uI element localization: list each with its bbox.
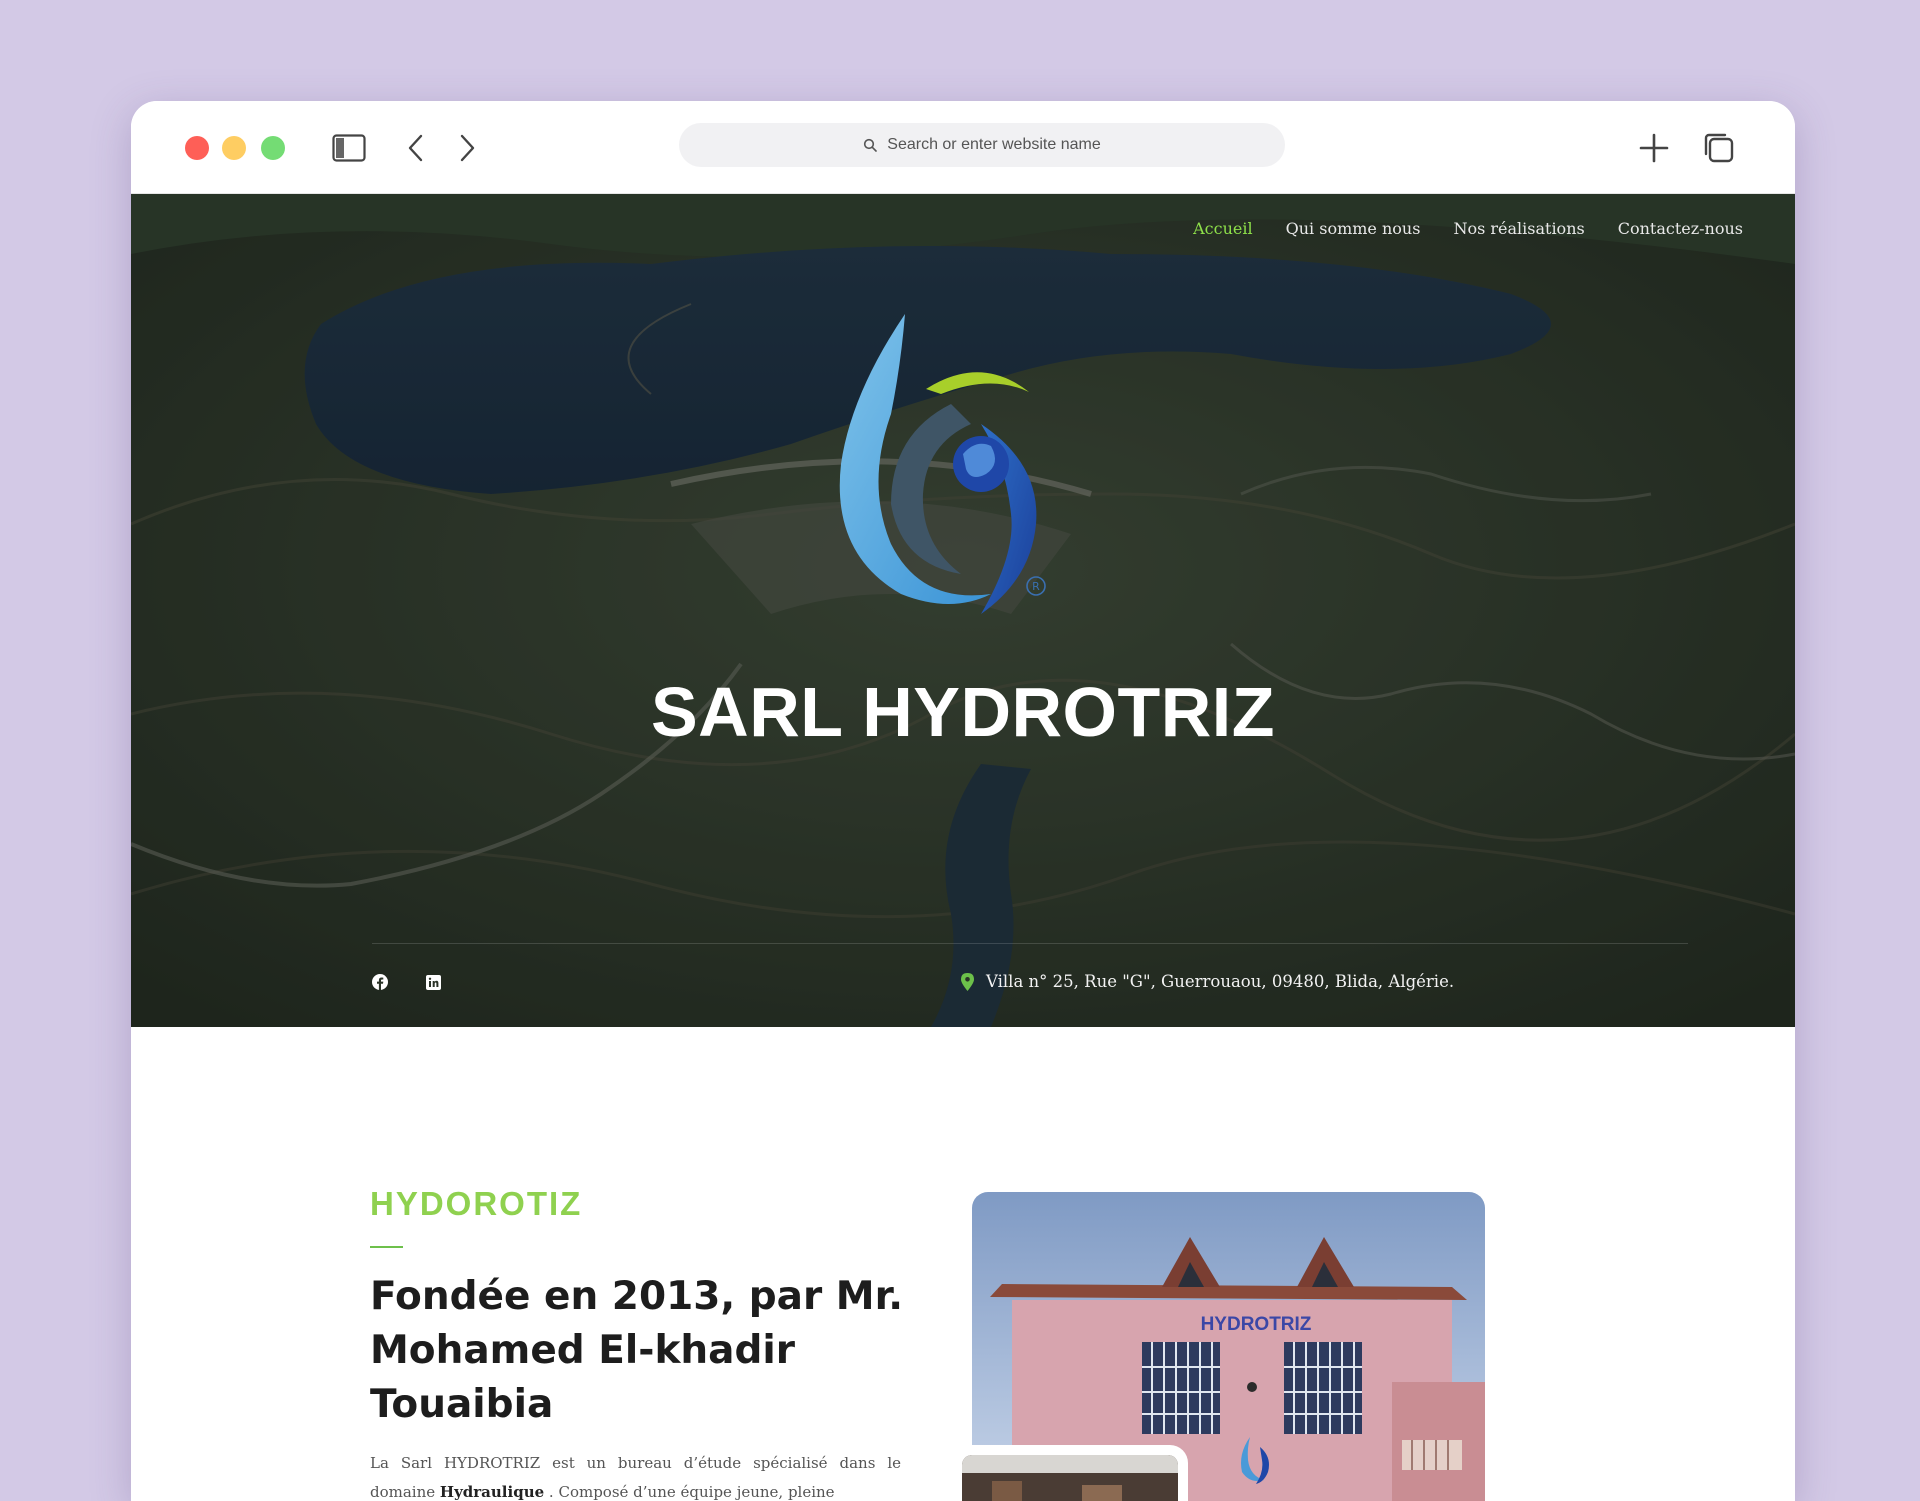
search-icon	[864, 138, 878, 152]
svg-text:R: R	[1032, 580, 1040, 593]
close-window-button[interactable]	[185, 136, 209, 160]
nav-item-nos-realisations[interactable]: Nos réalisations	[1453, 219, 1584, 238]
minimize-window-button[interactable]	[222, 136, 246, 160]
about-section: HYDOROTIZ Fondée en 2013, par Mr. Mohame…	[131, 1027, 1795, 1501]
section-eyebrow: HYDOROTIZ	[370, 1185, 583, 1222]
browser-window: Search or enter website name Accueil Qui…	[131, 101, 1795, 1501]
company-logo: R	[839, 314, 1046, 614]
linkedin-icon[interactable]	[424, 973, 442, 991]
hero-address: Villa n° 25, Rue "G", Guerrouaou, 09480,…	[961, 972, 1454, 991]
browser-toolbar: Search or enter website name	[131, 101, 1795, 194]
about-heading: Fondée en 2013, par Mr. Mohamed El-khadi…	[370, 1274, 904, 1427]
nav-item-contactez-nous[interactable]: Contactez-nous	[1618, 219, 1743, 238]
hero-divider	[372, 943, 1688, 944]
about-paragraph: La Sarl HYDROTRIZ est un bureau d’étude …	[370, 1449, 901, 1501]
building-sign-text: HYDROTRIZ	[1201, 1314, 1312, 1335]
facebook-icon[interactable]	[371, 973, 389, 991]
location-pin-icon	[961, 972, 974, 991]
sidebar-toggle-icon[interactable]	[331, 131, 367, 165]
forward-icon[interactable]	[449, 131, 485, 165]
nav-item-qui-somme-nous[interactable]: Qui somme nous	[1286, 219, 1421, 238]
nav-item-accueil[interactable]: Accueil	[1193, 219, 1252, 238]
address-placeholder: Search or enter website name	[887, 136, 1101, 153]
tab-overview-icon[interactable]	[1701, 131, 1737, 165]
hero-section: Accueil Qui somme nous Nos réalisations …	[131, 194, 1795, 1027]
interior-photo-inset	[952, 1445, 1188, 1501]
hero-address-text: Villa n° 25, Rue "G", Guerrouaou, 09480,…	[986, 972, 1455, 991]
about-paragraph-bold: Hydraulique	[439, 1483, 545, 1501]
main-navigation: Accueil Qui somme nous Nos réalisations …	[1193, 219, 1743, 238]
maximize-window-button[interactable]	[261, 136, 285, 160]
address-bar[interactable]: Search or enter website name	[679, 123, 1285, 167]
back-icon[interactable]	[398, 131, 434, 165]
eyebrow-underline	[370, 1246, 403, 1248]
hero-title: SARL HYDROTRIZ	[650, 673, 1276, 751]
about-paragraph-end: . Composé d’une équipe jeune, pleine	[544, 1483, 835, 1501]
new-tab-icon[interactable]	[1636, 131, 1672, 165]
